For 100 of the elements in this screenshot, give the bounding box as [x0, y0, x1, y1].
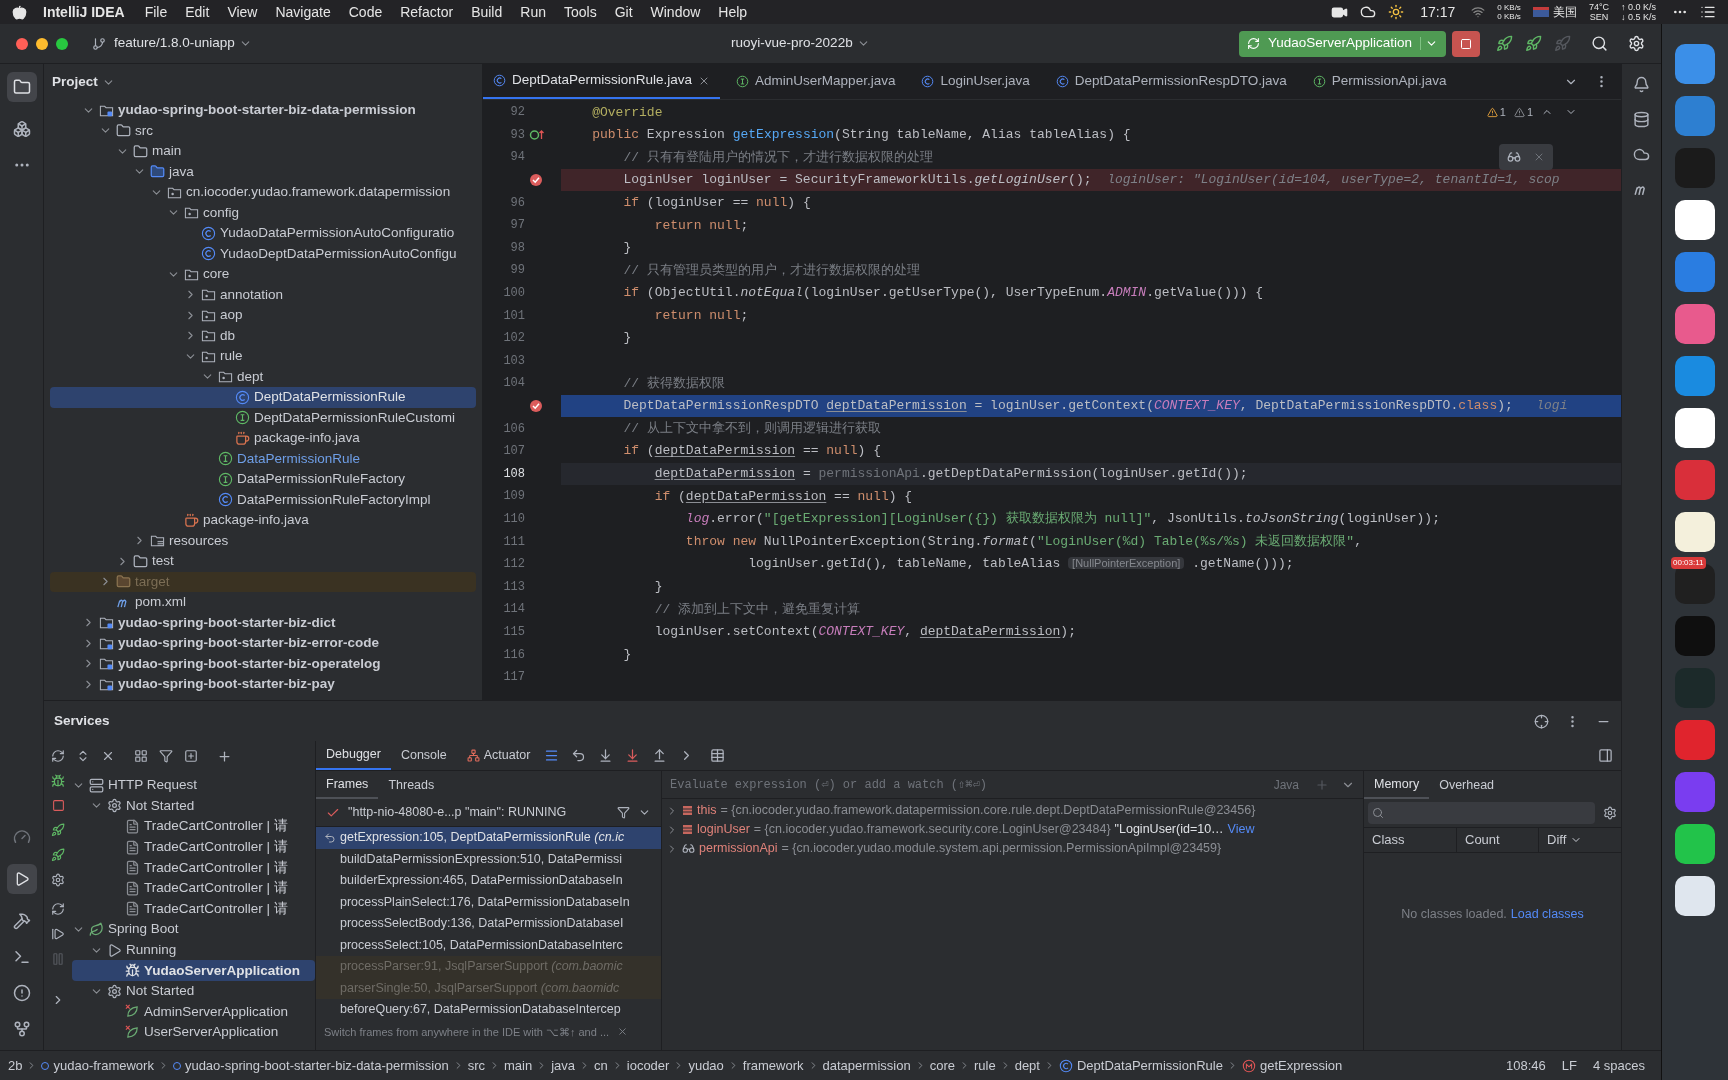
- app-name[interactable]: IntelliJ IDEA: [43, 1, 125, 23]
- menu-item[interactable]: Help: [718, 1, 748, 23]
- stack-frame[interactable]: beforeQuery:67, DataPermissionDatabaseIntercep: [316, 999, 661, 1021]
- tree-item[interactable]: YudaoDataPermissionAutoConfiguratio: [50, 223, 476, 244]
- app-icon[interactable]: [1675, 824, 1715, 864]
- override-icon[interactable]: [529, 127, 545, 142]
- tree-item[interactable]: src: [50, 120, 476, 141]
- stack-frame[interactable]: processPlainSelect:176, DataPermissionDatabaseIn: [316, 891, 661, 913]
- tree-item[interactable]: package-info.java: [50, 510, 476, 531]
- group-icon[interactable]: [134, 749, 148, 763]
- control-center-icon[interactable]: [1700, 4, 1716, 20]
- tree-item[interactable]: db: [50, 325, 476, 346]
- warning-count[interactable]: 1: [1486, 104, 1506, 121]
- table-icon[interactable]: [710, 748, 726, 763]
- stop-icon[interactable]: [51, 799, 65, 812]
- breadcrumb[interactable]: java: [551, 1055, 576, 1076]
- input-source[interactable]: 美国: [1552, 3, 1577, 21]
- tree-item[interactable]: Running: [72, 939, 315, 961]
- line-separator[interactable]: LF: [1561, 1055, 1577, 1076]
- column-header[interactable]: Class: [1364, 828, 1456, 852]
- resume-icon[interactable]: [51, 927, 65, 941]
- breadcrumb[interactable]: src: [467, 1055, 485, 1076]
- app-icon[interactable]: [1675, 876, 1715, 916]
- menu-item[interactable]: Code: [348, 1, 383, 23]
- rocket-icon[interactable]: [51, 848, 65, 862]
- load-classes-link[interactable]: Load classes: [1510, 905, 1584, 924]
- git-icon[interactable]: [12, 1020, 31, 1038]
- tree-item[interactable]: yudao-spring-boot-starter-biz-pay: [50, 674, 476, 695]
- settings-icon[interactable]: [51, 873, 65, 887]
- cloud-icon[interactable]: [1360, 4, 1377, 20]
- debugger-tab[interactable]: Console: [390, 741, 457, 770]
- refresh-icon[interactable]: [51, 902, 65, 916]
- menu-item[interactable]: View: [227, 1, 258, 23]
- problems-icon[interactable]: [12, 984, 31, 1002]
- collapse-all-icon[interactable]: [101, 749, 115, 763]
- variable-row[interactable]: loginUser = {cn.iocoder.yudao.framework.security.core.LoginUser@23484} "LoginUser(id=10… View: [662, 820, 1363, 839]
- tree-item[interactable]: Spring Boot: [72, 919, 315, 940]
- breadcrumb[interactable]: yudao-spring-boot-starter-biz-data-permission: [184, 1055, 449, 1076]
- debugger-tab[interactable]: Actuator: [456, 741, 541, 770]
- editor-tab[interactable]: PermissionApi.java: [1302, 64, 1457, 99]
- menu-item[interactable]: Edit: [185, 1, 210, 23]
- tree-item[interactable]: TradeCartController | 请: [72, 898, 315, 920]
- breadcrumb[interactable]: dept: [1014, 1055, 1040, 1076]
- notifications-icon[interactable]: [1633, 76, 1650, 93]
- breadcrumb[interactable]: main: [504, 1055, 533, 1076]
- new-configuration-icon[interactable]: [184, 749, 198, 763]
- add-icon[interactable]: [217, 748, 232, 764]
- tree-item[interactable]: aop: [50, 305, 476, 326]
- tree-item[interactable]: YudaoDeptDataPermissionAutoConfigu: [50, 243, 476, 264]
- close-icon[interactable]: [617, 1026, 629, 1038]
- sun-icon[interactable]: [1388, 4, 1405, 20]
- memory-tab[interactable]: Overhead: [1429, 771, 1505, 799]
- breakpoint-icon[interactable]: [529, 173, 543, 188]
- warning-count[interactable]: 1: [1513, 104, 1533, 121]
- layout-icon[interactable]: [1598, 748, 1613, 763]
- breadcrumb[interactable]: DeptDataPermissionRule: [1076, 1055, 1223, 1076]
- tree-item[interactable]: DataPermissionRule: [50, 448, 476, 469]
- tree-item[interactable]: rule: [50, 346, 476, 367]
- menu-item[interactable]: File: [144, 1, 168, 23]
- tree-item[interactable]: Not Started: [72, 795, 315, 817]
- indent-setting[interactable]: 4 spaces: [1592, 1055, 1645, 1076]
- tree-item[interactable]: cn.iocoder.yudao.framework.datapermission: [50, 182, 476, 203]
- menu-item[interactable]: Refactor: [400, 1, 454, 23]
- settings-icon[interactable]: [1603, 806, 1617, 820]
- tree-item[interactable]: resources: [50, 530, 476, 551]
- tree-item[interactable]: UserServerApplication: [72, 1022, 315, 1043]
- branch-selector[interactable]: feature/1.8.0-uniapp: [114, 33, 252, 54]
- tree-item[interactable]: package-info.java: [50, 428, 476, 449]
- tree-item[interactable]: DataPermissionRuleFactoryImpl: [50, 489, 476, 510]
- editor-tab[interactable]: AdminUserMapper.java: [726, 64, 906, 99]
- terminal-icon[interactable]: [12, 948, 31, 966]
- zoom-window-button[interactable]: [56, 37, 68, 50]
- project-view-selector[interactable]: Project: [52, 71, 115, 93]
- editor-tab[interactable]: DeptDataPermissionRespDTO.java: [1045, 64, 1297, 99]
- tree-item[interactable]: YudaoServerApplication: [72, 960, 315, 981]
- breadcrumb[interactable]: yudao: [688, 1055, 724, 1076]
- apple-icon[interactable]: [12, 4, 27, 20]
- breadcrumb[interactable]: cn: [594, 1055, 608, 1076]
- tree-item[interactable]: java: [50, 161, 476, 182]
- column-header[interactable]: Diff: [1538, 828, 1620, 852]
- view-link[interactable]: View: [1227, 820, 1255, 839]
- cloud-icon[interactable]: [1633, 146, 1650, 163]
- tree-item[interactable]: config: [50, 202, 476, 223]
- locate-icon[interactable]: [1534, 713, 1549, 729]
- column-header[interactable]: Count: [1456, 828, 1538, 852]
- structure-icon[interactable]: [12, 120, 31, 138]
- app-icon[interactable]: [1675, 408, 1715, 448]
- menu-item[interactable]: Run: [520, 1, 546, 23]
- tree-item[interactable]: DataPermissionRuleFactory: [50, 469, 476, 490]
- stack-frame[interactable]: builderExpression:465, DataPermissionDatabaseIn: [316, 870, 661, 892]
- breadcrumb[interactable]: yudao-framework: [53, 1055, 154, 1076]
- variable-row[interactable]: this = {cn.iocoder.yudao.framework.datapermission.core.rule.dept.DeptDataPermissionRule@23456}: [662, 801, 1363, 820]
- caret-position[interactable]: 108:46: [1506, 1055, 1546, 1076]
- app-icon[interactable]: [1675, 200, 1715, 240]
- tree-item[interactable]: yudao-spring-boot-starter-biz-dict: [50, 612, 476, 633]
- rocket-icon[interactable]: [51, 823, 65, 837]
- breadcrumb[interactable]: rule: [973, 1055, 996, 1076]
- menu-item[interactable]: Window: [650, 1, 701, 23]
- search-icon[interactable]: [1591, 35, 1608, 52]
- breadcrumb[interactable]: getExpression: [1259, 1055, 1343, 1076]
